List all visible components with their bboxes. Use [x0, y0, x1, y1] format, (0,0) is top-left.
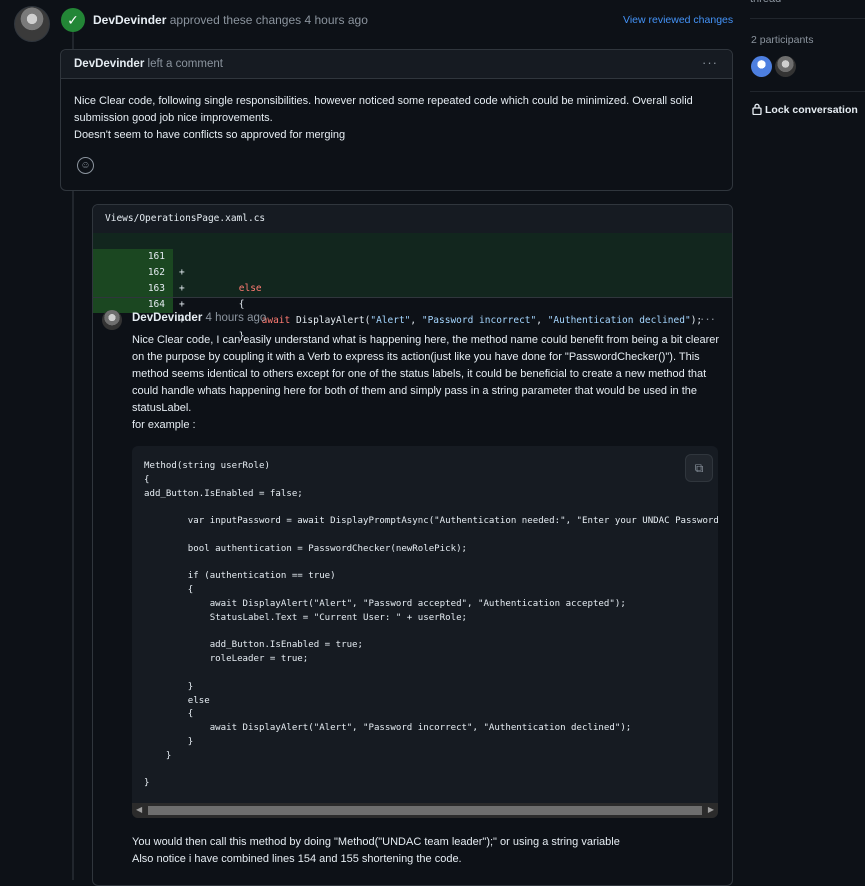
comment-author-line: DevDevinder 4 hours ago [132, 312, 266, 324]
event-time[interactable]: 4 hours ago [305, 13, 368, 27]
participant-avatar[interactable] [775, 56, 796, 77]
file-header: Views/OperationsPage.xaml.cs [93, 205, 732, 234]
avatar[interactable] [14, 6, 50, 42]
comment-time[interactable]: 4 hours ago [206, 312, 267, 324]
participant-avatar[interactable] [751, 56, 772, 77]
lock-conversation-button[interactable]: Lock conversation [752, 103, 858, 116]
diff-line: 162 + { [93, 249, 732, 310]
add-reaction-icon[interactable]: ☺ [77, 157, 94, 174]
event-author[interactable]: DevDevinder [93, 13, 166, 27]
code-string: "Authentication declined" [547, 315, 691, 326]
comment-author[interactable]: DevDevinder [132, 312, 202, 324]
comment-footer-text: You would then call this method by doing… [132, 834, 722, 868]
comment-avatar[interactable] [102, 310, 122, 330]
comment-paragraph: Also notice i have combined lines 154 an… [132, 853, 462, 865]
comment-body: Nice Clear code, I can easily understand… [132, 332, 722, 434]
event-action: approved these changes [169, 13, 302, 27]
review-author[interactable]: DevDevinder [74, 58, 144, 70]
horizontal-scrollbar[interactable]: ◀ ▶ [132, 803, 718, 818]
diff-sign: + [179, 299, 185, 310]
diff-line: 161 + else [93, 233, 732, 294]
code-string: "Password incorrect" [421, 315, 537, 326]
diff-code: await DisplayAlert("Alert", "Password in… [193, 313, 703, 329]
line-number[interactable]: 164 [93, 297, 173, 313]
review-event: DevDevinder approved these changes 4 hou… [93, 13, 368, 27]
check-icon: ✓ [61, 8, 85, 32]
view-reviewed-changes-link[interactable]: View reviewed changes [623, 14, 733, 26]
diff-line: 164 + } [93, 281, 732, 342]
diff-line: 163 + await DisplayAlert("Alert", "Passw… [93, 265, 732, 326]
more-options-icon[interactable]: ··· [700, 311, 716, 326]
diff-hunk: 161 + else 162 + { 163 + await DisplayAl… [93, 233, 732, 342]
divider [93, 297, 732, 298]
comment-paragraph: You would then call this method by doing… [132, 836, 620, 848]
code-snippet: Method(string userRole) { add_Button.IsE… [144, 461, 718, 789]
review-comment-header: DevDevinder left a comment ··· [61, 50, 732, 79]
file-review-thread: Views/OperationsPage.xaml.cs 161 + else … [92, 204, 733, 886]
more-options-icon[interactable]: ··· [702, 55, 718, 70]
sidebar-divider [750, 18, 865, 19]
review-paragraph: Doesn't seem to have conflicts so approv… [74, 129, 346, 141]
review-action: left a comment [147, 58, 223, 70]
review-paragraph: Nice Clear code, following single respon… [74, 95, 693, 124]
sidebar-cut-text: thread [750, 0, 781, 5]
code-text: { [238, 299, 245, 310]
diff-code: { [193, 297, 245, 313]
participants-label: 2 participants [751, 34, 814, 46]
code-block: Method(string userRole) { add_Button.IsE… [132, 446, 718, 818]
lock-icon [752, 103, 762, 116]
scroll-right-icon[interactable]: ▶ [708, 805, 714, 814]
code-string: "Alert" [370, 315, 411, 326]
copy-icon[interactable]: ⧉ [685, 454, 713, 482]
review-comment-body: Nice Clear code, following single respon… [74, 93, 719, 144]
review-comment: DevDevinder left a comment ··· Nice Clea… [60, 49, 733, 191]
comment-paragraph: Nice Clear code, I can easily understand… [132, 334, 720, 414]
sidebar-divider [750, 91, 865, 92]
file-path[interactable]: Views/OperationsPage.xaml.cs [105, 213, 265, 224]
comment-paragraph: for example : [132, 419, 196, 431]
scroll-left-icon[interactable]: ◀ [136, 805, 142, 814]
scrollbar-thumb[interactable] [148, 806, 702, 815]
lock-conversation-label: Lock conversation [765, 104, 858, 116]
code-function: DisplayAlert [295, 315, 365, 326]
review-author-line: DevDevinder left a comment [74, 58, 223, 70]
